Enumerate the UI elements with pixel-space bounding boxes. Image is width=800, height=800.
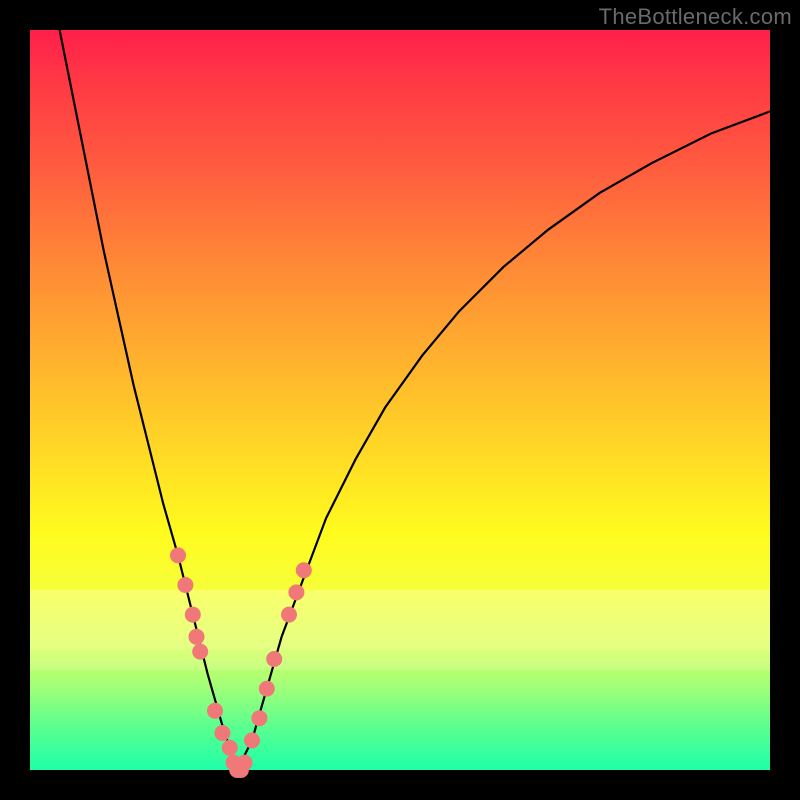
data-marker [214,725,230,741]
data-marker [251,710,267,726]
data-marker [259,681,275,697]
data-marker [266,651,282,667]
bottleneck-curve [60,30,770,770]
data-marker [222,740,238,756]
chart-frame: TheBottleneck.com [0,0,800,800]
data-marker [185,607,201,623]
marker-group [170,547,312,778]
data-marker [192,644,208,660]
data-marker [189,629,205,645]
data-marker [177,577,193,593]
data-marker [170,547,186,563]
data-marker [237,755,253,771]
data-marker [296,562,312,578]
data-marker [281,607,297,623]
data-marker [207,703,223,719]
watermark-text: TheBottleneck.com [599,4,792,30]
curve-layer [30,30,770,770]
data-marker [244,732,260,748]
data-marker [288,584,304,600]
